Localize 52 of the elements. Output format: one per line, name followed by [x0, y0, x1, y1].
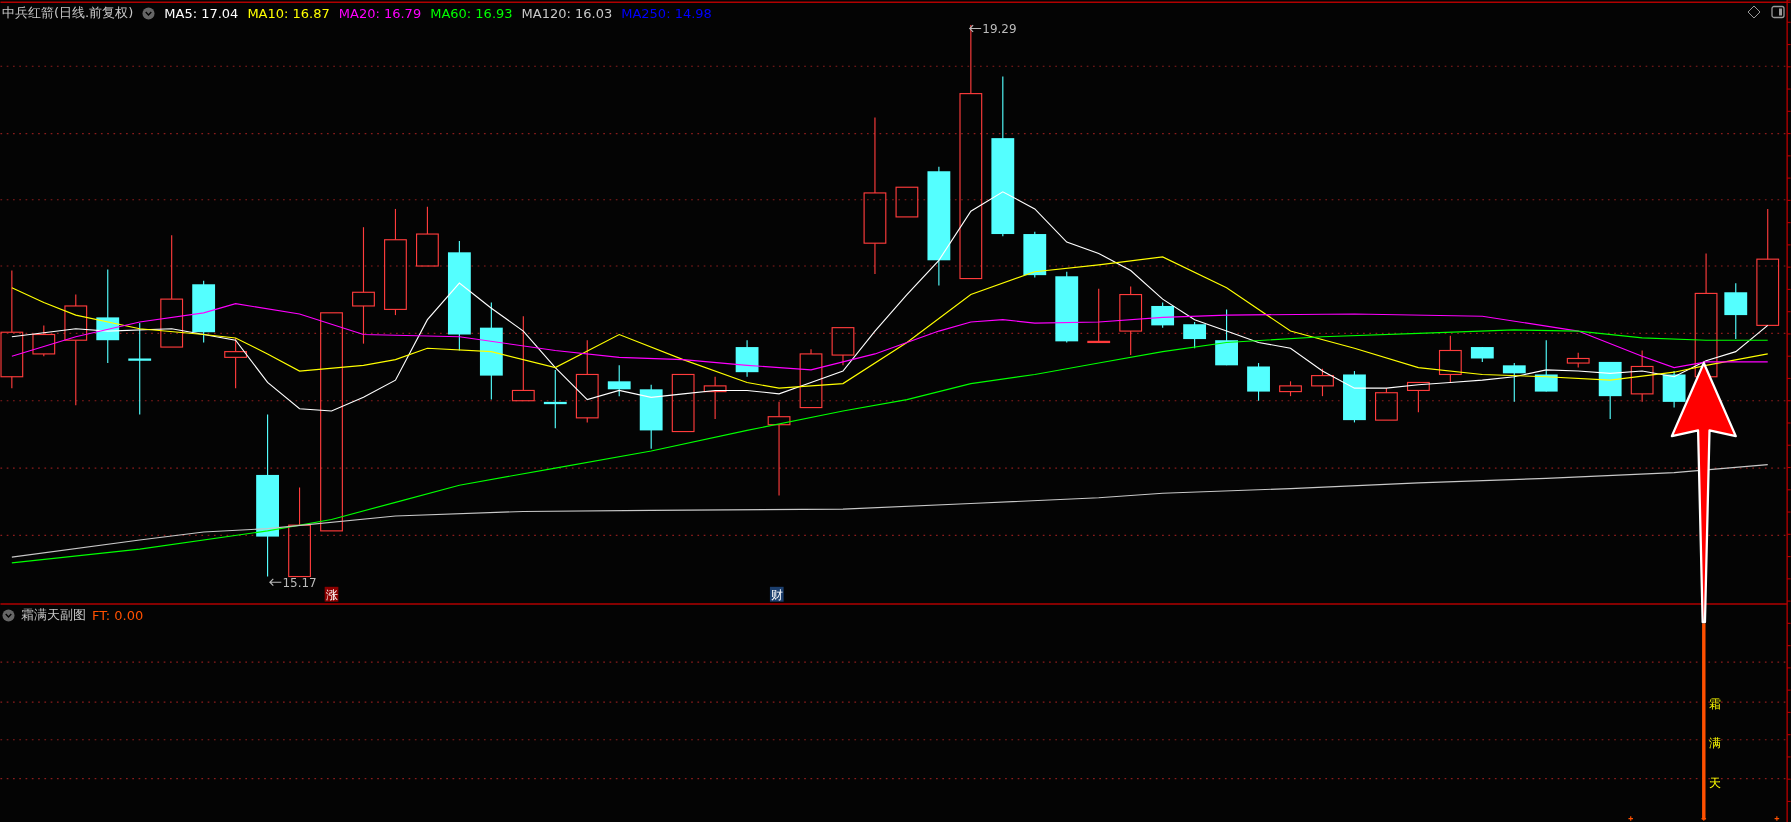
signal-text: 霜满天: [1709, 696, 1722, 790]
price-label: 19.29: [968, 22, 1017, 37]
candlestick: [703, 376, 727, 420]
candlestick: [831, 327, 855, 366]
candlestick: [1724, 282, 1748, 340]
chart-title: 中兵红箭(日线.前复权): [2, 4, 134, 22]
candlestick: [1151, 301, 1175, 329]
indicator-value: FT: 0.00: [92, 607, 144, 623]
candlestick: [1023, 231, 1047, 278]
panel-toggle-icon[interactable]: [1771, 5, 1785, 19]
candlestick: [1406, 381, 1430, 413]
sub-chart-title: 霜满天副图: [21, 606, 86, 624]
candlestick: [1215, 308, 1238, 366]
candlestick: [1630, 349, 1654, 403]
candlestick: [607, 364, 631, 397]
candlestick: [1119, 286, 1143, 356]
candlestick: [1534, 339, 1558, 393]
candlestick: [639, 384, 663, 450]
candlestick: [1343, 370, 1366, 423]
collapse-toggle-icon[interactable]: [142, 6, 156, 20]
candlestick: [416, 206, 439, 267]
candlestick: [224, 337, 248, 389]
candlestick: [1247, 362, 1270, 402]
event-tag[interactable]: 涨: [324, 586, 339, 603]
moving-average-value: MA5: 17.04: [164, 5, 239, 21]
candlestick: [1279, 380, 1302, 397]
candlestick: [543, 369, 567, 429]
moving-average-value: MA10: 16.87: [247, 5, 330, 21]
moving-average-value: MA120: 16.03: [521, 5, 613, 21]
collapse-toggle-icon[interactable]: [2, 608, 15, 622]
candlestick: [1375, 387, 1398, 421]
candlestick: [1502, 362, 1526, 403]
candlestick: [1438, 335, 1462, 384]
candlestick: [735, 339, 759, 378]
candlestick: [1598, 361, 1622, 420]
moving-average-value: MA250: 14.98: [621, 5, 712, 21]
candlestick: [1662, 370, 1686, 409]
moving-average-value: MA20: 16.79: [338, 5, 422, 21]
candlestick: [895, 186, 919, 218]
candlestick: [671, 373, 695, 433]
diamond-icon[interactable]: [1747, 5, 1761, 19]
candlestick: [1470, 346, 1494, 363]
candlestick: [1183, 321, 1207, 349]
candlestick: [1566, 352, 1590, 369]
event-tag[interactable]: 财: [769, 586, 784, 603]
candlestick: [1311, 368, 1334, 397]
candlestick: [799, 348, 823, 409]
price-label: 15.17: [269, 575, 317, 590]
moving-average-value: MA60: 16.93: [430, 5, 513, 21]
candlestick: [1087, 288, 1111, 344]
candlestick: [32, 324, 56, 357]
candlestick: [192, 280, 216, 344]
